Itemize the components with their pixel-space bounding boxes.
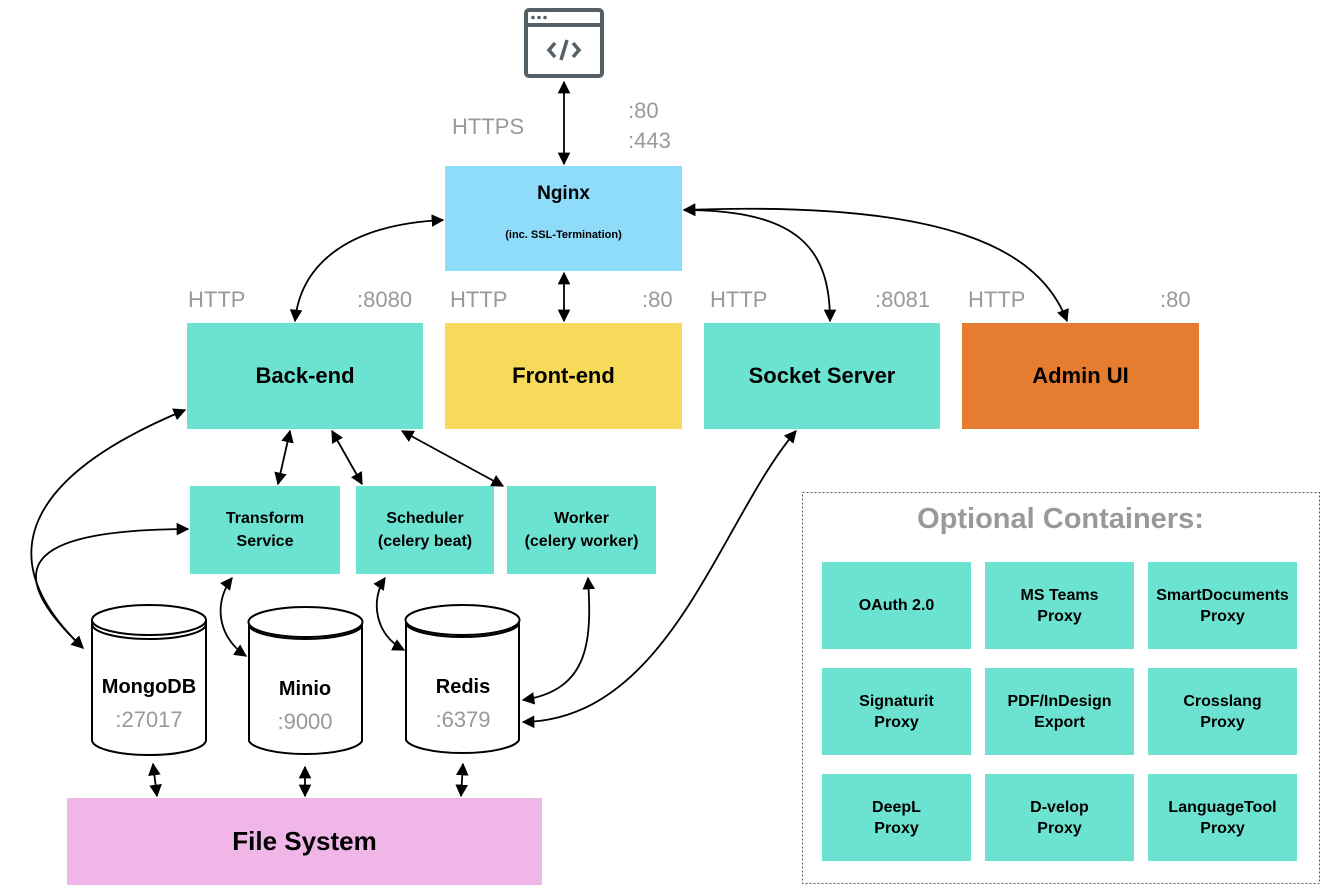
box-line: SmartDocuments [1156, 586, 1289, 604]
box-line: Proxy [1037, 607, 1082, 625]
optional-container-box: Crosslang Proxy [1148, 668, 1297, 755]
box-line: Proxy [1037, 819, 1082, 837]
box-line: PDF/InDesign [1007, 692, 1112, 710]
optional-container-box: DeepL Proxy [822, 774, 971, 861]
db-port: :9000 [277, 709, 333, 734]
box-line: DeepL [872, 798, 921, 816]
box-line: Export [1034, 713, 1085, 731]
db-port: :27017 [115, 707, 183, 732]
connections [30, 80, 1320, 884]
box-line: Proxy [874, 713, 919, 731]
mongodb-label: MongoDB :27017 [91, 676, 207, 733]
minio-label: Minio :9000 [247, 678, 363, 735]
box-line: Crosslang [1183, 692, 1262, 710]
db-port: :6379 [435, 707, 491, 732]
optional-container-box: Signaturit Proxy [822, 668, 971, 755]
db-name: Minio [278, 678, 332, 700]
redis-label: Redis :6379 [405, 676, 521, 733]
db-name: Redis [435, 676, 491, 698]
box-line: LanguageTool [1168, 798, 1277, 816]
box-line: Proxy [874, 819, 919, 837]
box-line: Proxy [1200, 607, 1245, 625]
box-line: MS Teams [1020, 586, 1099, 604]
box-line: Signaturit [859, 692, 934, 710]
optional-container-box: D-velop Proxy [985, 774, 1134, 861]
db-name: MongoDB [101, 676, 197, 698]
box-line: OAuth 2.0 [858, 597, 935, 614]
box-line: Proxy [1200, 713, 1245, 731]
optional-container-box: PDF/InDesign Export [985, 668, 1134, 755]
optional-container-box: SmartDocuments Proxy [1148, 562, 1297, 649]
filesystem-box: File System [67, 798, 542, 885]
box-line: Proxy [1200, 819, 1245, 837]
optional-container-box: LanguageTool Proxy [1148, 774, 1297, 861]
optional-container-box: MS Teams Proxy [985, 562, 1134, 649]
optional-container-box: OAuth 2.0 [822, 562, 971, 649]
box-line: D-velop [1030, 798, 1089, 816]
optional-containers-title: Optional Containers: [917, 503, 1204, 535]
